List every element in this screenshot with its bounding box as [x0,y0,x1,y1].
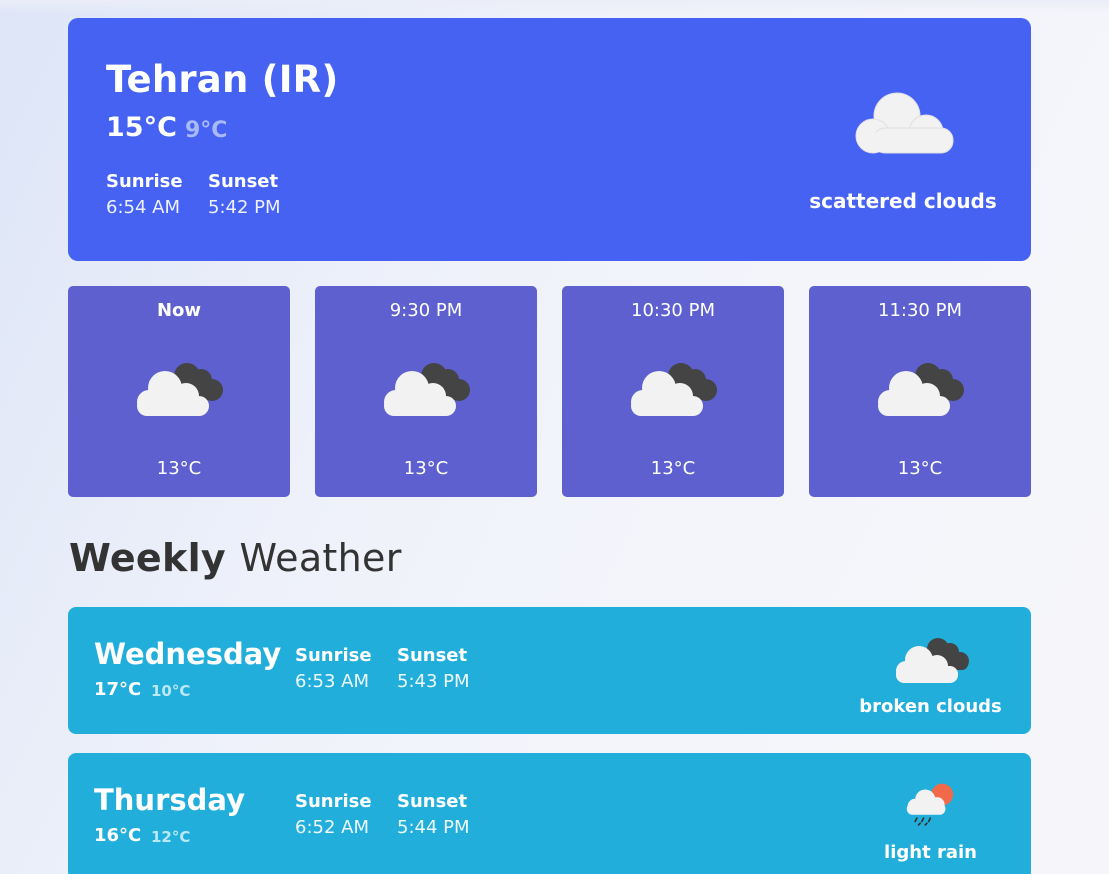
sunset-info: Sunset 5:44 PM [397,791,470,843]
sunrise-time: 6:52 AM [295,817,369,838]
current-condition: scattered clouds [809,189,997,213]
hour-temp: 13°C [650,458,696,479]
day-name: Thursday [94,783,245,817]
day-temp-low: 10°C [151,682,191,700]
current-weather-card: Tehran (IR) 15°C 9°C Sunrise 6:54 AM Sun… [68,18,1031,261]
broken-clouds-icon [137,363,223,416]
sunset-info: Sunset 5:43 PM [397,645,470,697]
day-temp: 17°C [94,679,142,700]
day-card: Wednesday 17°C 10°C Sunrise 6:53 AM Suns… [68,607,1031,734]
hour-time: 9:30 PM [389,300,463,321]
top-fade [0,0,1109,14]
sunrise-time: 6:54 AM [106,197,180,218]
sunrise-label: Sunrise [295,791,372,812]
hourly-card: 10:30 PM 13°C [562,286,784,497]
broken-clouds-icon [896,638,969,683]
light-rain-icon [906,783,954,826]
sunset-time: 5:44 PM [397,817,470,838]
sunset-label: Sunset [397,791,468,812]
weekly-heading-bold: Weekly [69,536,226,580]
city-name: Tehran (IR) [106,58,339,101]
current-temp-low: 9°C [185,118,228,143]
sunset-label: Sunset [397,645,468,666]
day-temp-low: 12°C [151,828,191,846]
broken-clouds-icon [878,363,964,416]
hourly-card: Now 13°C [68,286,290,497]
day-card: Thursday 16°C 12°C Sunrise 6:52 AM Sunse… [68,753,1031,874]
scattered-clouds-icon [855,92,954,154]
broken-clouds-icon [384,363,470,416]
weekly-weather-heading: Weekly Weather [69,536,402,580]
day-condition: light rain [884,842,977,863]
sunrise-info: Sunrise 6:52 AM [295,791,372,843]
sunset-label: Sunset [208,171,279,192]
day-condition: broken clouds [859,696,1002,717]
current-temp: 15°C [106,112,177,143]
day-temp: 16°C [94,825,142,846]
sunrise-info: Sunrise 6:54 AM [106,171,183,223]
sunrise-label: Sunrise [106,171,183,192]
sunrise-label: Sunrise [295,645,372,666]
sunrise-info: Sunrise 6:53 AM [295,645,372,697]
hour-temp: 13°C [897,458,943,479]
hour-temp: 13°C [403,458,449,479]
hour-time: Now [156,300,202,321]
hour-time: 11:30 PM [878,300,962,321]
sunset-time: 5:42 PM [208,197,281,218]
sunset-time: 5:43 PM [397,671,470,692]
broken-clouds-icon [631,363,717,416]
hourly-card: 11:30 PM 13°C [809,286,1031,497]
hour-time: 10:30 PM [631,300,715,321]
sunset-info: Sunset 5:42 PM [208,171,281,223]
weekly-heading-rest: Weather [239,536,402,580]
hourly-card: 9:30 PM 13°C [315,286,537,497]
hour-temp: 13°C [156,458,202,479]
day-name: Wednesday [94,637,282,671]
sunrise-time: 6:53 AM [295,671,369,692]
